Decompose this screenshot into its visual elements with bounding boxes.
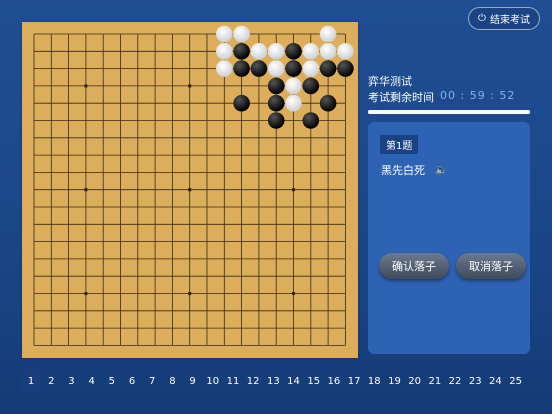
question-nav-item[interactable]: 21	[425, 373, 445, 391]
question-nav-item[interactable]: 16	[324, 373, 344, 391]
timer-value: 00 : 59 : 52	[440, 89, 516, 102]
question-nav-item[interactable]: 15	[304, 373, 324, 391]
question-nav-item[interactable]: 4	[82, 373, 102, 391]
black-stone	[302, 77, 320, 95]
white-stone	[233, 25, 250, 43]
white-stone	[302, 60, 320, 77]
exam-title: 弈华测试	[368, 75, 412, 88]
star-point	[187, 187, 192, 192]
black-stone	[337, 60, 354, 77]
question-nav-item[interactable]: 25	[506, 373, 526, 391]
white-stone	[267, 43, 285, 60]
question-nav-item[interactable]: 14	[283, 373, 303, 391]
white-stone	[285, 77, 302, 95]
black-stone	[285, 43, 302, 60]
star-point	[187, 291, 192, 296]
black-stone	[233, 94, 250, 112]
question-panel: 第1题 黑先白死 🔈 确认落子 取消落子	[368, 122, 530, 354]
cancel-move-button[interactable]: 取消落子	[456, 253, 526, 279]
white-stone	[285, 94, 302, 112]
white-stone	[319, 43, 337, 60]
black-stone	[267, 94, 285, 112]
question-nav-item[interactable]: 9	[183, 373, 203, 391]
black-stone	[319, 60, 337, 77]
time-progress-fill	[368, 110, 530, 114]
question-nav-item[interactable]: 13	[263, 373, 283, 391]
star-point	[84, 84, 88, 88]
question-nav-item[interactable]: 12	[243, 373, 263, 391]
question-nav-item[interactable]: 2	[41, 373, 61, 391]
black-stone	[233, 43, 250, 60]
time-progress-bar	[368, 110, 530, 114]
question-nav-item[interactable]: 22	[445, 373, 465, 391]
white-stone	[216, 25, 233, 43]
question-nav-item[interactable]: 20	[405, 373, 425, 391]
question-text: 黑先白死	[381, 164, 425, 177]
speaker-icon[interactable]: 🔈	[435, 165, 447, 176]
black-stone	[302, 112, 320, 129]
question-nav-item[interactable]: 3	[61, 373, 81, 391]
star-point	[84, 187, 88, 192]
question-nav-item[interactable]: 10	[203, 373, 223, 391]
black-stone	[250, 60, 268, 77]
question-nav-item[interactable]: 7	[142, 373, 162, 391]
question-nav-item[interactable]: 5	[102, 373, 122, 391]
question-nav-item[interactable]: 1	[21, 373, 42, 391]
black-stone	[285, 60, 302, 77]
white-stone	[337, 43, 354, 60]
star-point	[291, 187, 296, 192]
question-nav-item[interactable]: 6	[122, 373, 142, 391]
question-nav-item[interactable]: 19	[384, 373, 404, 391]
end-exam-label: 结束考试	[489, 15, 530, 26]
power-icon: ⏻	[478, 12, 486, 24]
black-stone	[267, 77, 285, 95]
question-nav-item[interactable]: 17	[344, 373, 364, 391]
question-number: 第1题	[380, 135, 419, 154]
question-nav-item[interactable]: 18	[364, 373, 384, 391]
confirm-move-button[interactable]: 确认落子	[379, 253, 449, 279]
black-stone	[233, 60, 250, 77]
timer-label: 考试剩余时间	[368, 91, 434, 104]
end-exam-button[interactable]: ⏻ 结束考试	[468, 7, 540, 30]
white-stone	[216, 43, 233, 60]
white-stone	[302, 43, 320, 60]
go-board[interactable]	[22, 22, 358, 358]
go-board-grid[interactable]	[22, 22, 358, 358]
timer-row: 考试剩余时间 00 : 59 : 52	[368, 89, 515, 105]
question-text-row: 黑先白死 🔈	[381, 162, 447, 178]
star-point	[84, 291, 88, 296]
white-stone	[319, 25, 337, 43]
black-stone	[267, 112, 285, 129]
question-nav-item[interactable]: 24	[485, 373, 505, 391]
question-nav-item[interactable]: 8	[162, 373, 182, 391]
star-point	[291, 291, 296, 296]
question-nav: 1 2 3 4 5 6 7 8 9 10 11 12 13 14 15 16 17 18 19 20 21 22 23 24 2…	[21, 373, 526, 391]
question-nav-item[interactable]: 23	[465, 373, 485, 391]
white-stone	[267, 60, 285, 77]
question-nav-item[interactable]: 11	[223, 373, 243, 391]
white-stone	[250, 43, 268, 60]
black-stone	[319, 94, 337, 112]
star-point	[187, 84, 192, 88]
white-stone	[216, 60, 233, 77]
